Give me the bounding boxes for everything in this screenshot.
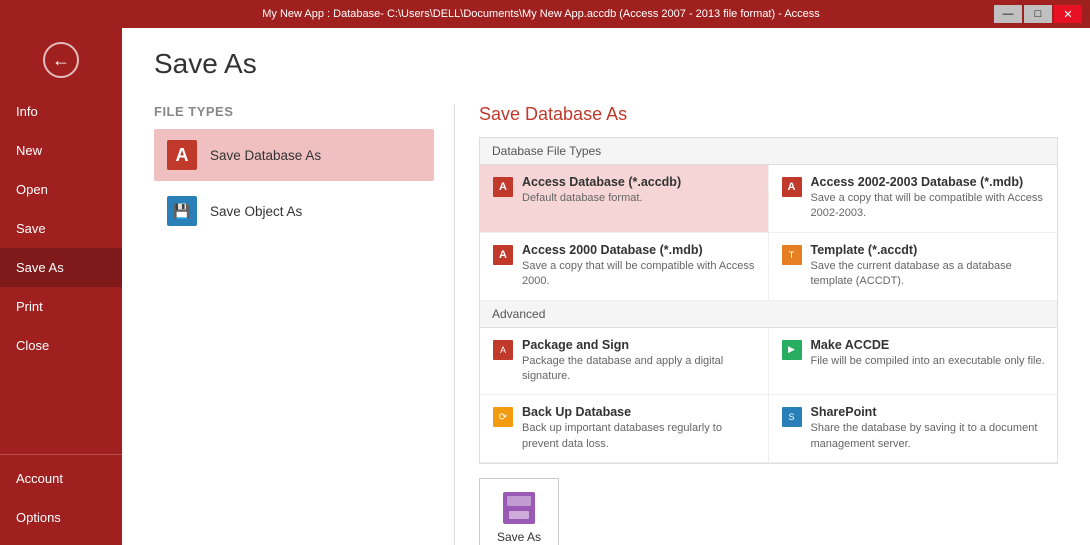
mdb2000-a-icon: A <box>493 245 513 265</box>
mdb2000-title: Access 2000 Database (*.mdb) <box>522 243 756 257</box>
make-accde-title: Make ACCDE <box>811 338 1046 352</box>
mdb2000-desc: Save a copy that will be compatible with… <box>522 259 756 290</box>
mdb2000-icon: A <box>492 244 514 266</box>
minimize-button[interactable]: — <box>994 5 1022 23</box>
maximize-button[interactable]: □ <box>1024 5 1052 23</box>
mdb2002-title: Access 2002-2003 Database (*.mdb) <box>811 175 1046 189</box>
package-sign-item[interactable]: A Package and Sign Package the database … <box>480 328 769 396</box>
backup-icon: ⟳ <box>492 406 514 428</box>
package-sign-title: Package and Sign <box>522 338 756 352</box>
sidebar-item-close-label: Close <box>16 338 49 353</box>
save-as-button-label: Save As <box>497 530 541 544</box>
mdb2002-desc: Save a copy that will be compatible with… <box>811 191 1046 222</box>
floppy-disk-icon <box>503 492 535 524</box>
sidebar-divider <box>0 454 122 455</box>
save-database-as-label: Save Database As <box>210 148 321 163</box>
sharepoint-item[interactable]: S SharePoint Share the database by savin… <box>769 395 1058 463</box>
main-layout: ← Info New Open Save Save As Print C <box>0 28 1090 545</box>
sidebar-item-save-label: Save <box>16 221 46 236</box>
save-obj-icon: 💾 <box>167 196 197 226</box>
mdb2002-item[interactable]: A Access 2002-2003 Database (*.mdb) Save… <box>769 165 1058 233</box>
sidebar-item-new-label: New <box>16 143 42 158</box>
sidebar-item-save-as-label: Save As <box>16 260 64 275</box>
template-item[interactable]: T Template (*.accdt) Save the current da… <box>769 233 1058 301</box>
package-sign-icon: A <box>492 339 514 361</box>
save-database-as-option[interactable]: A Save Database As <box>154 129 434 181</box>
sharepoint-icon: S <box>781 406 803 428</box>
save-object-as-option[interactable]: 💾 Save Object As <box>154 185 434 237</box>
back-circle-icon: ← <box>43 42 79 78</box>
db-file-types-header: Database File Types <box>480 138 1057 165</box>
db-file-types-box: Database File Types A Access Database (*… <box>479 137 1058 464</box>
sidebar-item-print-label: Print <box>16 299 43 314</box>
title-bar-controls: — □ ✕ <box>994 5 1082 23</box>
sidebar-item-save-as[interactable]: Save As <box>0 248 122 287</box>
accdb-desc: Default database format. <box>522 191 756 206</box>
page-title: Save As <box>154 48 1058 80</box>
backup-desc: Back up important databases regularly to… <box>522 421 756 452</box>
save-object-as-label: Save Object As <box>210 204 302 219</box>
make-accde-item[interactable]: ▶ Make ACCDE File will be compiled into … <box>769 328 1058 396</box>
panel-divider <box>454 104 455 545</box>
title-bar-text: My New App : Database- C:\Users\DELL\Doc… <box>88 8 994 20</box>
backup-clock-icon: ⟳ <box>493 407 513 427</box>
sidebar-item-info[interactable]: Info <box>0 92 122 131</box>
template-title: Template (*.accdt) <box>811 243 1046 257</box>
backup-title: Back Up Database <box>522 405 756 419</box>
two-column-layout: File Types A Save Database As 💾 Save Obj… <box>154 104 1058 545</box>
advanced-items-grid: A Package and Sign Package the database … <box>480 328 1057 464</box>
accde-icon: ▶ <box>782 340 802 360</box>
sharepoint-title: SharePoint <box>811 405 1046 419</box>
make-accde-desc: File will be compiled into an executable… <box>811 354 1046 369</box>
package-sign-desc: Package the database and apply a digital… <box>522 354 756 385</box>
back-arrow-icon: ← <box>52 50 70 71</box>
mdb2002-icon: A <box>781 176 803 198</box>
accdb-icon: A <box>492 176 514 198</box>
right-panel: Save Database As Database File Types A A… <box>479 104 1058 545</box>
sidebar-item-account-label: Account <box>16 471 63 486</box>
sidebar: ← Info New Open Save Save As Print C <box>0 28 122 545</box>
sidebar-item-new[interactable]: New <box>0 131 122 170</box>
save-object-as-icon: 💾 <box>166 195 198 227</box>
sidebar-item-options-label: Options <box>16 510 61 525</box>
close-button[interactable]: ✕ <box>1054 5 1082 23</box>
mdb2000-item[interactable]: A Access 2000 Database (*.mdb) Save a co… <box>480 233 769 301</box>
backup-item[interactable]: ⟳ Back Up Database Back up important dat… <box>480 395 769 463</box>
sidebar-item-account[interactable]: Account <box>0 459 122 498</box>
left-panel: File Types A Save Database As 💾 Save Obj… <box>154 104 454 545</box>
sharepoint-s-icon: S <box>782 407 802 427</box>
template-t-icon: T <box>782 245 802 265</box>
sidebar-item-save[interactable]: Save <box>0 209 122 248</box>
sidebar-item-open-label: Open <box>16 182 48 197</box>
save-database-as-icon: A <box>166 139 198 171</box>
accdb-title: Access Database (*.accdb) <box>522 175 756 189</box>
save-as-btn-container: Save As <box>479 478 1058 545</box>
advanced-header: Advanced <box>480 301 1057 328</box>
save-database-as-title: Save Database As <box>479 104 1058 125</box>
title-bar: My New App : Database- C:\Users\DELL\Doc… <box>0 0 1090 28</box>
sidebar-item-options[interactable]: Options <box>0 498 122 537</box>
sidebar-item-open[interactable]: Open <box>0 170 122 209</box>
file-types-heading: File Types <box>154 104 434 119</box>
sidebar-bottom: Account Options <box>0 459 122 545</box>
back-button[interactable]: ← <box>0 28 122 92</box>
template-icon: T <box>781 244 803 266</box>
sidebar-item-info-label: Info <box>16 104 38 119</box>
make-accde-icon: ▶ <box>781 339 803 361</box>
package-a-icon: A <box>493 340 513 360</box>
accdb-item[interactable]: A Access Database (*.accdb) Default data… <box>480 165 769 233</box>
accdb-a-icon: A <box>493 177 513 197</box>
content-area: Save As File Types A Save Database As 💾 … <box>122 28 1090 545</box>
mdb2002-a-icon: A <box>782 177 802 197</box>
sharepoint-desc: Share the database by saving it to a doc… <box>811 421 1046 452</box>
sidebar-item-print[interactable]: Print <box>0 287 122 326</box>
sidebar-nav: Info New Open Save Save As Print Close <box>0 92 122 450</box>
save-as-button[interactable]: Save As <box>479 478 559 545</box>
access-db-icon: A <box>167 140 197 170</box>
sidebar-item-close[interactable]: Close <box>0 326 122 365</box>
template-desc: Save the current database as a database … <box>811 259 1046 290</box>
db-items-grid: A Access Database (*.accdb) Default data… <box>480 165 1057 301</box>
